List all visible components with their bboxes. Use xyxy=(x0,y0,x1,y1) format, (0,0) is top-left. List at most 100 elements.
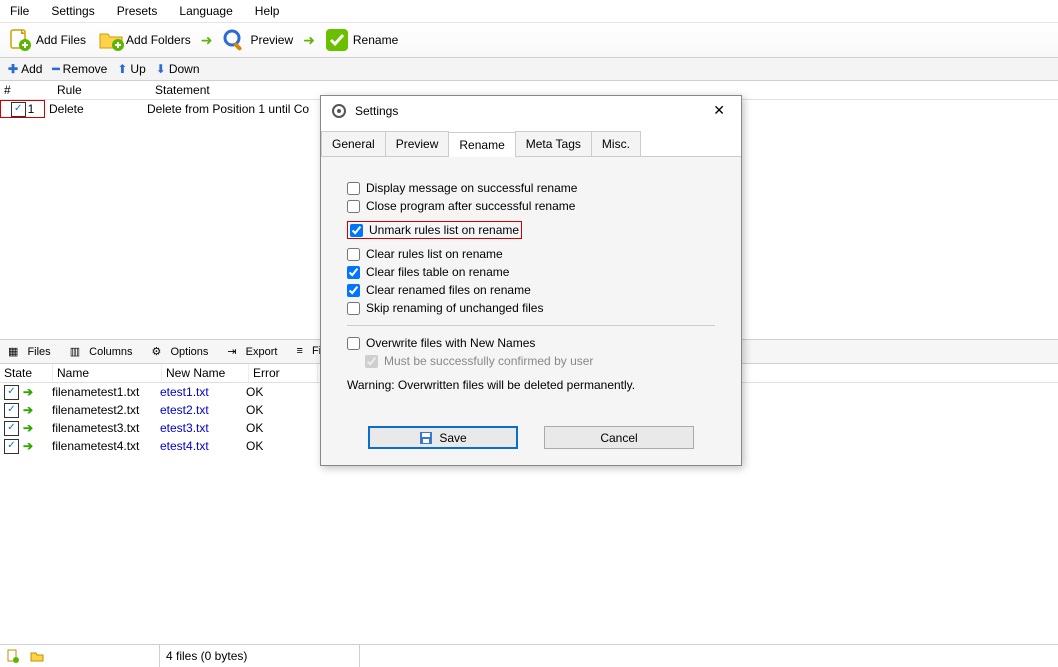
preview-label: Preview xyxy=(250,33,293,47)
checkbox[interactable] xyxy=(347,302,360,315)
add-files-button[interactable]: Add Files xyxy=(4,26,90,54)
add-rule-button[interactable]: ✚Add xyxy=(6,61,44,77)
row-newname: etest3.txt xyxy=(156,419,242,437)
opt-clear-table[interactable]: Clear files table on rename xyxy=(347,265,715,279)
cancel-button[interactable]: Cancel xyxy=(544,426,694,449)
up-label: Up xyxy=(130,62,145,76)
checkbox[interactable] xyxy=(347,337,360,350)
status-icons xyxy=(0,645,160,667)
menu-settings[interactable]: Settings xyxy=(47,2,98,20)
opt-clear-renamed[interactable]: Clear renamed files on rename xyxy=(347,283,715,297)
row-state[interactable]: ✓➔ xyxy=(0,419,48,437)
menu-presets[interactable]: Presets xyxy=(113,2,162,20)
add-files-label: Add Files xyxy=(36,33,86,47)
col-error[interactable]: Error xyxy=(249,364,318,382)
checkbox[interactable] xyxy=(350,224,363,237)
row-checkbox[interactable]: ✓ xyxy=(4,439,19,454)
arrow-right-icon: ➔ xyxy=(23,421,33,435)
sub-files[interactable]: ▦ Files xyxy=(2,342,63,361)
remove-rule-button[interactable]: ━ Remove xyxy=(50,61,109,77)
row-newname: etest2.txt xyxy=(156,401,242,419)
opt-label: Clear rules list on rename xyxy=(366,247,503,261)
sub-options[interactable]: ⚙ Options xyxy=(146,342,221,361)
arrow-icon: ➜ xyxy=(199,32,215,49)
remove-rule-label: Remove xyxy=(63,62,108,76)
checkbox[interactable] xyxy=(347,284,360,297)
settings-dialog: Settings ✕ General Preview Rename Meta T… xyxy=(320,95,742,466)
add-folders-button[interactable]: Add Folders xyxy=(94,26,195,54)
down-button[interactable]: ⬇Down xyxy=(154,61,202,77)
add-folders-label: Add Folders xyxy=(126,33,191,47)
row-error: OK xyxy=(242,437,310,455)
dialog-buttons: Save Cancel xyxy=(321,426,741,465)
opt-label: Close program after successful rename xyxy=(366,199,575,213)
dialog-tabs: General Preview Rename Meta Tags Misc. xyxy=(321,131,741,157)
row-state[interactable]: ✓➔ xyxy=(0,401,48,419)
save-button[interactable]: Save xyxy=(368,426,518,449)
opt-display-message[interactable]: Display message on successful rename xyxy=(347,181,715,195)
statusbar: 4 files (0 bytes) xyxy=(0,644,1058,667)
file-add-icon xyxy=(8,28,32,52)
file-icon xyxy=(6,649,20,663)
main-toolbar: Add Files Add Folders ➜ Preview ➜ Rename xyxy=(0,23,1058,58)
checkbox[interactable] xyxy=(347,200,360,213)
opt-label: Unmark rules list on rename xyxy=(369,223,519,237)
checkbox[interactable] xyxy=(347,248,360,261)
col-state[interactable]: State xyxy=(0,364,53,382)
row-newname: etest1.txt xyxy=(156,383,242,401)
arrow-right-icon: ➔ xyxy=(23,403,33,417)
opt-close-program[interactable]: Close program after successful rename xyxy=(347,199,715,213)
row-checkbox[interactable]: ✓ xyxy=(4,403,19,418)
row-checkbox[interactable]: ✓ xyxy=(4,421,19,436)
row-checkbox[interactable]: ✓ xyxy=(4,385,19,400)
settings-icon xyxy=(331,103,347,119)
rule-name: Delete xyxy=(45,100,143,118)
opt-label: Must be successfully confirmed by user xyxy=(384,354,593,368)
col-name[interactable]: Name xyxy=(53,364,162,382)
opt-label: Skip renaming of unchanged files xyxy=(366,301,543,315)
sub-export[interactable]: ⇥ Export xyxy=(221,342,289,361)
down-label: Down xyxy=(169,62,200,76)
opt-skip-unchanged[interactable]: Skip renaming of unchanged files xyxy=(347,301,715,315)
row-state[interactable]: ✓➔ xyxy=(0,437,48,455)
folder-icon xyxy=(30,649,44,663)
separator xyxy=(347,325,715,326)
col-rule[interactable]: Rule xyxy=(53,81,151,99)
tab-preview[interactable]: Preview xyxy=(385,131,450,156)
rule-statement: Delete from Position 1 until Co xyxy=(143,100,313,118)
sub-columns[interactable]: ▥ Columns xyxy=(64,342,145,361)
tab-meta[interactable]: Meta Tags xyxy=(515,131,592,156)
col-newname[interactable]: New Name xyxy=(162,364,249,382)
checkbox[interactable] xyxy=(347,182,360,195)
row-state[interactable]: ✓➔ xyxy=(0,383,48,401)
minus-icon: ━ xyxy=(52,62,59,76)
row-error: OK xyxy=(242,401,310,419)
opt-unmark-rules[interactable]: Unmark rules list on rename xyxy=(347,221,522,239)
menu-language[interactable]: Language xyxy=(175,2,236,20)
menu-help[interactable]: Help xyxy=(251,2,284,20)
menu-file[interactable]: File xyxy=(6,2,33,20)
add-rule-label: Add xyxy=(21,62,42,76)
status-files: 4 files (0 bytes) xyxy=(160,645,360,667)
up-button[interactable]: ⬆Up xyxy=(115,61,147,77)
opt-overwrite[interactable]: Overwrite files with New Names xyxy=(347,336,715,350)
rule-number: 1 xyxy=(28,102,35,116)
opt-clear-rules[interactable]: Clear rules list on rename xyxy=(347,247,715,261)
save-icon xyxy=(419,431,433,445)
checkbox[interactable] xyxy=(347,266,360,279)
tab-general[interactable]: General xyxy=(321,131,386,156)
preview-button[interactable]: Preview xyxy=(218,26,297,54)
dialog-title: Settings xyxy=(355,104,398,118)
col-hash[interactable]: # xyxy=(0,81,53,99)
tab-rename[interactable]: Rename xyxy=(448,132,515,157)
col-statement[interactable]: Statement xyxy=(151,81,214,99)
rule-checkbox[interactable]: ✓1 xyxy=(0,100,45,118)
row-name: filenametest1.txt xyxy=(48,383,156,401)
close-button[interactable]: ✕ xyxy=(707,102,731,119)
tab-misc[interactable]: Misc. xyxy=(591,131,641,156)
rename-label: Rename xyxy=(353,33,398,47)
arrow-down-icon: ⬇ xyxy=(156,62,166,76)
rename-button[interactable]: Rename xyxy=(321,26,402,54)
checkbox xyxy=(365,355,378,368)
arrow-right-icon: ➔ xyxy=(23,385,33,399)
